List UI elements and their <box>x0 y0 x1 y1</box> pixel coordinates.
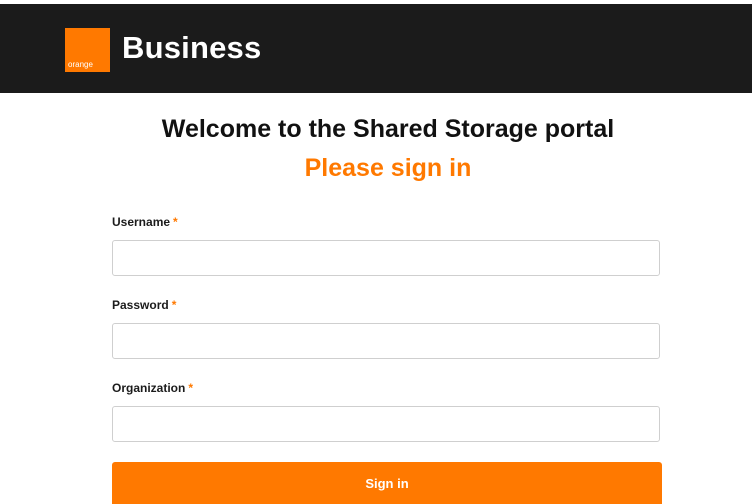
required-marker: * <box>188 381 194 395</box>
logo-text: orange <box>68 60 93 69</box>
sign-in-button[interactable]: Sign in <box>112 462 662 504</box>
orange-logo[interactable]: orange <box>65 28 110 72</box>
organization-input[interactable] <box>112 406 660 442</box>
login-page: orange Business Welcome to the Shared St… <box>0 0 752 504</box>
username-label-text: Username <box>112 215 171 229</box>
brand-title: Business <box>122 30 262 65</box>
password-input[interactable] <box>112 323 660 359</box>
top-header: orange Business <box>0 4 752 93</box>
page-title: Welcome to the Shared Storage portal <box>161 115 615 143</box>
password-label: Password * <box>112 298 176 312</box>
password-label-text: Password <box>112 298 169 312</box>
page-subtitle: Please sign in <box>304 154 472 182</box>
organization-label-text: Organization <box>112 381 186 395</box>
username-input[interactable] <box>112 240 660 276</box>
required-marker: * <box>171 298 177 312</box>
username-label: Username * <box>112 215 178 229</box>
organization-label: Organization * <box>112 381 193 395</box>
required-marker: * <box>173 215 178 229</box>
